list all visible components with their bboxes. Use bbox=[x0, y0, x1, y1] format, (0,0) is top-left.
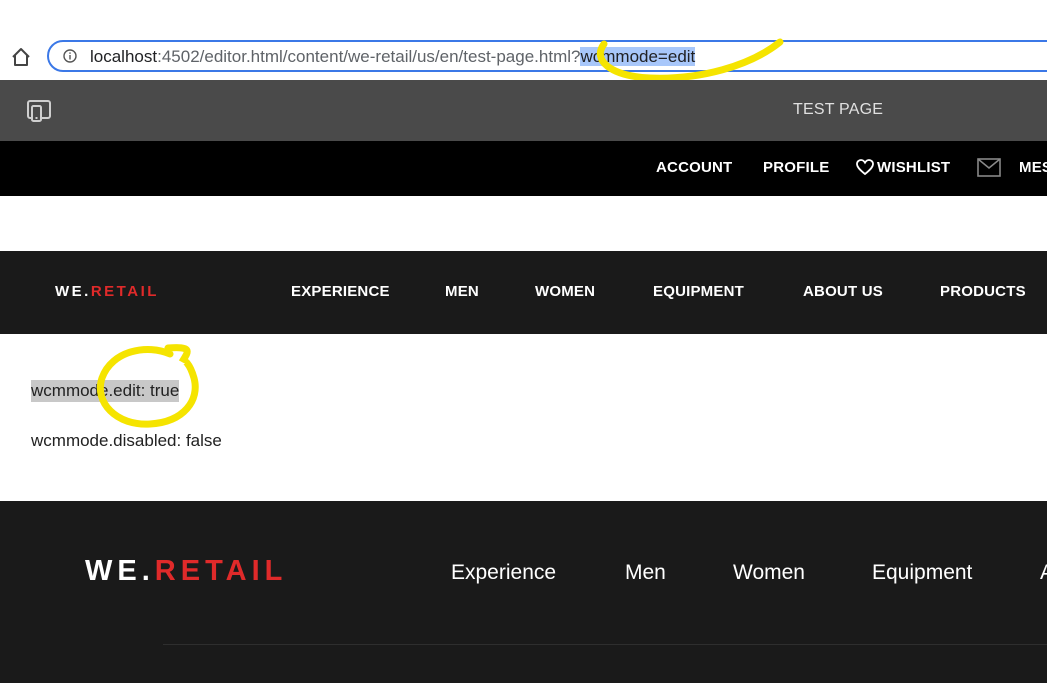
wcmmode-disabled-text: wcmmode.disabled: false bbox=[31, 431, 222, 450]
editor-toolbar bbox=[0, 80, 1047, 141]
nav-men[interactable]: MEN bbox=[445, 283, 479, 300]
url-host: localhost bbox=[90, 47, 158, 66]
profile-link[interactable]: PROFILE bbox=[763, 159, 829, 176]
nav-experience[interactable]: EXPERIENCE bbox=[291, 283, 390, 300]
address-bar[interactable]: localhost:4502/editor.html/content/we-re… bbox=[47, 40, 1047, 72]
logo-prefix: WE. bbox=[55, 283, 91, 300]
nav-equipment[interactable]: EQUIPMENT bbox=[653, 283, 744, 300]
footer-we-retail-logo[interactable]: WE.RETAIL bbox=[85, 555, 287, 588]
emulator-icon[interactable] bbox=[26, 98, 52, 124]
footer-logo-prefix: WE. bbox=[85, 555, 155, 587]
page-title: TEST PAGE bbox=[793, 101, 884, 118]
nav-about-us[interactable]: ABOUT US bbox=[803, 283, 883, 300]
wishlist-link[interactable]: WISHLIST bbox=[877, 159, 950, 176]
url-path: :4502/editor.html/content/we-retail/us/e… bbox=[157, 47, 581, 66]
messages-link[interactable]: MES bbox=[1019, 159, 1047, 176]
footer-divider bbox=[163, 644, 1047, 645]
home-icon[interactable] bbox=[10, 46, 32, 68]
footer-logo-suffix: RETAIL bbox=[154, 555, 288, 587]
url-selected-query: wcmmode=edit bbox=[580, 47, 696, 66]
heart-icon[interactable] bbox=[856, 159, 874, 176]
logo-suffix: RETAIL bbox=[90, 283, 159, 300]
account-link[interactable]: ACCOUNT bbox=[656, 159, 732, 176]
footer bbox=[0, 501, 1047, 683]
footer-link-equipment[interactable]: Equipment bbox=[872, 561, 972, 585]
footer-link-men[interactable]: Men bbox=[625, 561, 666, 585]
we-retail-logo[interactable]: WE.RETAIL bbox=[55, 283, 159, 300]
footer-link-about[interactable]: A bbox=[1040, 561, 1047, 585]
nav-women[interactable]: WOMEN bbox=[535, 283, 595, 300]
url-text[interactable]: localhost:4502/editor.html/content/we-re… bbox=[90, 47, 696, 67]
footer-link-experience[interactable]: Experience bbox=[451, 561, 556, 585]
info-icon[interactable] bbox=[63, 49, 77, 63]
footer-link-women[interactable]: Women bbox=[733, 561, 805, 585]
wcmmode-edit-text: wcmmode.edit: true bbox=[31, 380, 180, 402]
mail-icon[interactable] bbox=[977, 158, 1001, 177]
nav-products[interactable]: PRODUCTS bbox=[940, 283, 1026, 300]
